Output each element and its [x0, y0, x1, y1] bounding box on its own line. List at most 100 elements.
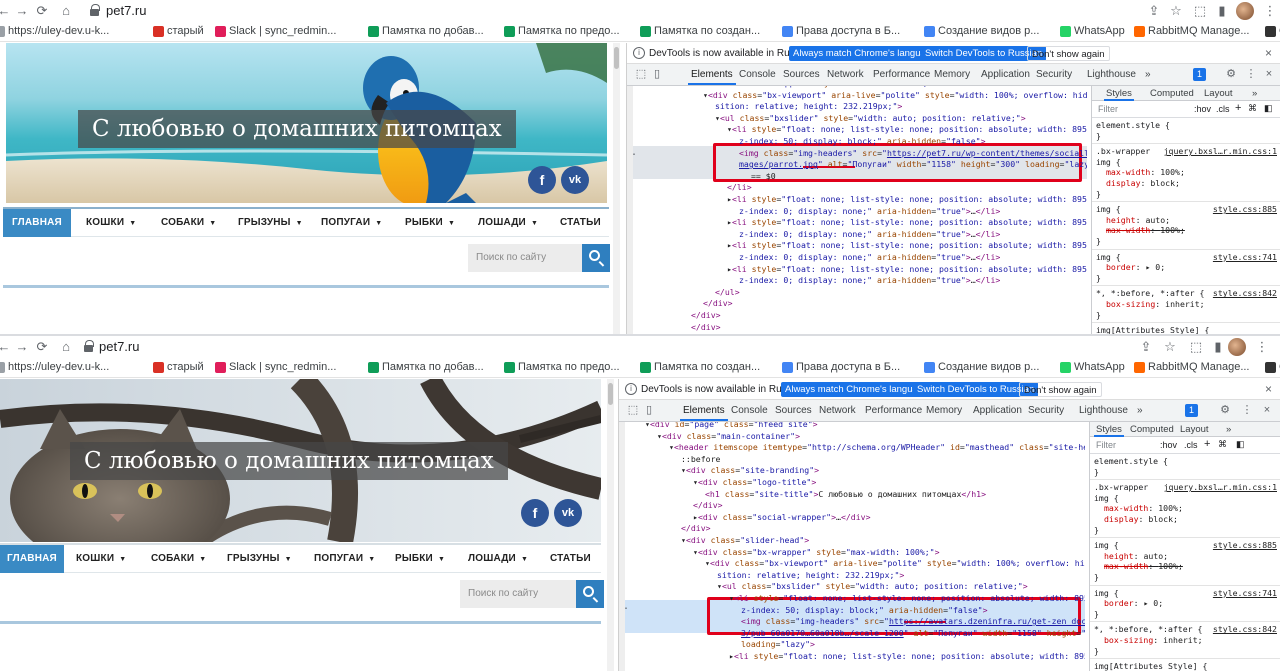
- bookmark-item[interactable]: Права доступа в Б...: [782, 361, 900, 373]
- bookmark-item[interactable]: Памятка по добав...: [368, 25, 484, 37]
- dom-node-line[interactable]: ▸<li style="float: none; list-style: non…: [727, 194, 1087, 205]
- close-icon[interactable]: ×: [1265, 46, 1272, 60]
- issues-badge[interactable]: 1: [1193, 68, 1207, 81]
- dom-node-line[interactable]: </div>: [693, 500, 1085, 511]
- inspect-icon[interactable]: ⬚: [635, 68, 647, 80]
- bookmark-item[interactable]: Создание видов р...: [924, 361, 1039, 373]
- tab-performance[interactable]: Performance: [865, 405, 922, 416]
- bookmark-item[interactable]: Создание видов р...: [924, 25, 1039, 37]
- bookmark-item[interactable]: GKS Wiki | Доступ...: [1265, 25, 1280, 37]
- bookmark-item[interactable]: RabbitMQ Manage...: [1134, 361, 1250, 373]
- tab-network[interactable]: Network: [827, 69, 864, 80]
- source-link[interactable]: jquery.bxsl…r.min.css:1: [1164, 146, 1277, 157]
- facebook-icon[interactable]: f: [528, 166, 556, 194]
- rule-selector[interactable]: *, *:before, *:after {style.css:842: [1094, 624, 1279, 635]
- elements-scrollbar[interactable]: [619, 422, 625, 671]
- bookmark-item[interactable]: Памятка по предо...: [504, 25, 620, 37]
- inspect-icon[interactable]: ⬚: [627, 404, 639, 416]
- lock-icon[interactable]: [84, 340, 94, 352]
- page-scrollbar[interactable]: [607, 379, 614, 671]
- tab-console[interactable]: Console: [739, 69, 776, 80]
- rule-selector[interactable]: img {: [1094, 493, 1279, 504]
- dom-node-line[interactable]: ▾<div class="bx-viewport" aria-live="pol…: [703, 90, 1087, 101]
- dom-node-line[interactable]: ▾<ul class="bxslider" style="width: auto…: [717, 581, 1085, 592]
- bookmark-item[interactable]: старый: [153, 361, 204, 373]
- dom-node-line[interactable]: z-index: 0; display: none;" aria-hidden=…: [739, 206, 1087, 217]
- menu-icon[interactable]: ⋮: [1254, 339, 1270, 355]
- cls-toggle[interactable]: .cls: [1184, 440, 1198, 450]
- dom-node-line[interactable]: <h1 class="site-title">С любовью о домаш…: [705, 489, 1085, 500]
- tab-security[interactable]: Security: [1028, 405, 1064, 416]
- bookmark-item[interactable]: Права доступа в Б...: [782, 25, 900, 37]
- dom-node-line[interactable]: ▾<div class="bx-wrapper" style="max-widt…: [693, 547, 1085, 558]
- tab-elements[interactable]: Elements: [688, 69, 736, 85]
- dom-node-line[interactable]: ▾<ul class="bxslider" style="width: auto…: [715, 113, 1087, 124]
- search-button[interactable]: [582, 244, 610, 272]
- rule-selector[interactable]: img[Attributes Style] {: [1094, 661, 1279, 671]
- rule-close[interactable]: }: [1094, 609, 1279, 620]
- dont-show-button[interactable]: Don't show again: [1019, 382, 1102, 397]
- menu-icon[interactable]: ⋮: [1262, 3, 1278, 19]
- source-link[interactable]: style.css:842: [1213, 624, 1277, 635]
- menu-item[interactable]: СТАТЬИ: [550, 545, 591, 573]
- dom-node-line[interactable]: ▸<li style="float: none; list-style: non…: [727, 264, 1087, 275]
- reload-icon[interactable]: ⟳: [34, 339, 50, 355]
- css-declaration[interactable]: height: auto;: [1096, 215, 1279, 226]
- rule-close[interactable]: }: [1096, 189, 1279, 200]
- rule-close[interactable]: }: [1096, 131, 1279, 142]
- dom-node-line[interactable]: ▸<li style="float: none; list-style: non…: [727, 217, 1087, 228]
- dom-node-line[interactable]: ▾<div class="main-container">: [657, 431, 1085, 442]
- new-style-icon[interactable]: ⌘: [1248, 103, 1257, 114]
- rule-close[interactable]: }: [1096, 310, 1279, 321]
- bookmark-item[interactable]: Памятка по добав...: [368, 361, 484, 373]
- menu-item[interactable]: ГРЫЗУНЫ ▼: [227, 545, 292, 573]
- dom-node-line[interactable]: 3/pub_60a0170…60a018b…/scale_1200" alt="…: [741, 628, 1085, 639]
- source-link[interactable]: style.css:741: [1213, 588, 1277, 599]
- dom-node-line[interactable]: ▾<header itemscope itemtype="http://sche…: [669, 442, 1085, 453]
- tab-layout[interactable]: Layout: [1204, 88, 1233, 99]
- menu-item[interactable]: РЫБКИ ▼: [405, 209, 455, 237]
- add-rule-icon[interactable]: +: [1204, 438, 1210, 450]
- dom-node-line[interactable]: mages/parrot.jpg" alt="Попугаи" width="1…: [739, 159, 1087, 170]
- dom-node-line[interactable]: ▾<li style="float: none; list-style: non…: [727, 124, 1087, 135]
- dom-node-line[interactable]: </div>: [691, 322, 1087, 333]
- tab-computed[interactable]: Computed: [1130, 424, 1174, 435]
- rule-close[interactable]: }: [1094, 525, 1279, 536]
- dom-node-line[interactable]: z-index: 0; display: none;" aria-hidden=…: [739, 252, 1087, 263]
- dom-node-line[interactable]: ▾<div class="site-branding">: [681, 465, 1085, 476]
- sidebar-toggle-icon[interactable]: ◧: [1236, 439, 1245, 450]
- page-scrollbar[interactable]: [613, 43, 620, 335]
- source-link[interactable]: style.css:842: [1213, 288, 1277, 299]
- close-icon[interactable]: ×: [1265, 382, 1272, 396]
- always-match-button[interactable]: Always match Chrome's language: [781, 382, 933, 397]
- rule-selector[interactable]: img {style.css:885: [1094, 540, 1279, 551]
- tab-security[interactable]: Security: [1036, 69, 1072, 80]
- tab-memory[interactable]: Memory: [926, 405, 962, 416]
- tab-elements[interactable]: Elements: [680, 405, 728, 421]
- tab-application[interactable]: Application: [981, 69, 1030, 80]
- rule-close[interactable]: }: [1094, 646, 1279, 657]
- extensions-icon[interactable]: ⬚: [1188, 339, 1204, 355]
- dom-node-line[interactable]: ▸<li style="float: none; list-style: non…: [729, 651, 1085, 662]
- bookmark-item[interactable]: https://uley-dev.u-k...: [0, 25, 109, 37]
- dom-node-line[interactable]: </div>: [681, 523, 1085, 534]
- dom-node-line[interactable]: </li>: [727, 182, 1087, 193]
- menu-item[interactable]: РЫБКИ ▼: [395, 545, 445, 573]
- rule-selector[interactable]: element.style {: [1096, 120, 1279, 131]
- bookmark-item[interactable]: Памятка по создан...: [640, 25, 760, 37]
- rule-close[interactable]: }: [1094, 572, 1279, 583]
- dom-node-line[interactable]: ▸<li style="float: none; list-style: non…: [727, 240, 1087, 251]
- bookmark-item[interactable]: WhatsApp: [1060, 25, 1125, 37]
- gear-icon[interactable]: ⚙: [1219, 404, 1231, 416]
- search-button[interactable]: [576, 580, 604, 608]
- rule-selector[interactable]: element.style {: [1094, 456, 1279, 467]
- menu-item[interactable]: ГЛАВНАЯ: [0, 545, 64, 573]
- css-declaration[interactable]: border: ▸ 0;: [1096, 262, 1279, 273]
- source-link[interactable]: style.css:741: [1213, 252, 1277, 263]
- css-declaration[interactable]: box-sizing: inherit;: [1094, 635, 1279, 646]
- hov-toggle[interactable]: :hov: [1194, 104, 1211, 114]
- more-tabs-icon[interactable]: »: [1145, 69, 1151, 80]
- source-link[interactable]: style.css:885: [1213, 540, 1277, 551]
- device-toolbar-icon[interactable]: ▯: [643, 404, 655, 416]
- back-icon[interactable]: ←: [0, 3, 12, 19]
